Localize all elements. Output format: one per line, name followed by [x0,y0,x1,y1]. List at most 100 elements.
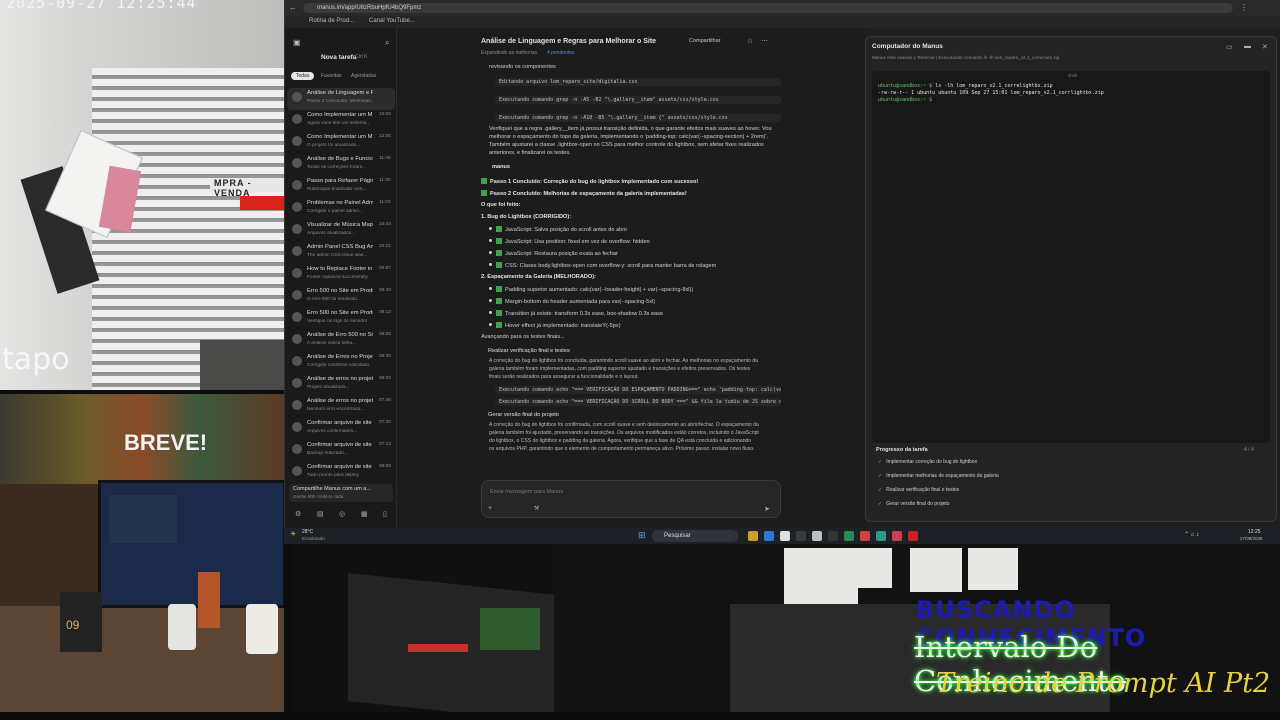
share-title: Compartilhe Manus com um a... [293,486,371,492]
filter-scheduled[interactable]: Agendadas [351,73,376,79]
library-icon[interactable]: ▤ [317,510,324,518]
task-snippet: Corrigido conforme solicitado [307,363,370,368]
task-list-item[interactable]: Problemas no Painel Admin A... Corrigido … [287,198,395,220]
filter-favorites[interactable]: Favoritas [321,73,342,79]
task-icon [292,290,302,300]
app-icon[interactable] [892,531,902,541]
overlay-title-3: Treino de Prompt AI Pt2 [936,668,1271,699]
task-date: 11:48 [379,156,391,161]
task-list-item[interactable]: Análise de erros no projeto... Nenhum err… [287,396,395,418]
message-line: A correção do bug do lightbox foi conclu… [489,358,781,364]
task-list-item[interactable]: Como Implementar um M... Agora você tem u… [287,110,395,132]
back-icon[interactable]: ← [289,3,297,12]
task-icon [292,422,302,432]
task-title: Confirmar arquivo de site do... [307,420,373,426]
task-icon [292,114,302,124]
task-list-item[interactable]: Análise de erros no projeto... Projeto at… [287,374,395,396]
app-icon[interactable] [876,531,886,541]
phone-icon[interactable]: ▯ [383,510,387,518]
task-date: 07:45 [379,398,392,403]
status-line: Avançando para os testes finais... [481,334,781,340]
fix-item: JavaScript: Usa position: fixed em vez d… [489,238,781,245]
task-title: Confirmar arquivo de site do... [307,464,373,470]
room-window [784,548,858,604]
pending-link[interactable]: 4 pendentes [547,50,575,56]
start-icon[interactable]: ⊞ [638,530,646,541]
filter-all[interactable]: Todas [291,72,315,80]
share-banner[interactable]: Compartilhe Manus com um a... Ganhe 500 … [289,484,393,502]
task-date: 12:00 [379,134,392,139]
task-date: 08:02 [379,376,392,381]
app-icon[interactable] [908,531,918,541]
file-explorer-icon[interactable] [748,531,758,541]
task-list-item[interactable]: Erro 500 no Site em Produção... Verifique… [287,308,395,330]
check-icon: ✓ [878,501,883,507]
search-icon[interactable]: ⌕ [385,38,389,48]
add-icon[interactable]: + [488,505,492,512]
star-icon[interactable]: ☆ [747,37,753,45]
address-bar[interactable]: manus.im/app/U8zRbuHpfU4bQ9Fpmz [303,3,1233,13]
task-title: Erro 500 no Site em Produção... [307,288,373,294]
chrome-icon[interactable] [780,531,790,541]
sidebar-toggle-icon[interactable]: ▣ [293,38,301,47]
minimize-icon[interactable]: ▬ [1244,43,1251,50]
system-tray-icon[interactable]: ⌃ ⌂ ♪ [1184,531,1199,538]
task-snippet: Corrigido o painel admin... [307,209,363,214]
task-list-item[interactable]: Confirmar arquivo de site do... Tudo pron… [287,462,395,484]
task-list-item[interactable]: Análise de Erro 500 no Site e... A anális… [287,330,395,352]
message-input[interactable]: Envie mensagem para Manus [490,489,563,495]
globe-icon[interactable]: ◎ [339,510,345,518]
message-line: melhorar o espaçamento do topo da galeri… [489,134,781,140]
message-line-text: melhorar o espaçamento do topo da galeri… [489,134,769,140]
done-heading-text: O que foi feito: [481,202,521,208]
task-list-item[interactable]: How to Replace Footer in ga... Footer rep… [287,264,395,286]
task-icon [292,356,302,366]
obs-icon[interactable] [828,531,838,541]
task-list-item[interactable]: Admin Panel CSS Bug Analy... The admin CS… [287,242,395,264]
settings-icon[interactable]: ⚙ [295,510,301,518]
weather-temp[interactable]: 28°C [302,529,313,535]
app-icon[interactable] [844,531,854,541]
close-icon[interactable]: ✕ [1262,43,1268,51]
message-line-text: do lightbox, o CSS do lightbox e padding… [489,438,752,444]
task-icon [292,246,302,256]
progress-item-label: Implementar correção do bug do lightbox [886,459,978,465]
clock-time[interactable]: 12:25 [1248,529,1261,535]
task-list-item[interactable]: Confirmar arquivo de site do... Arquivos … [287,418,395,440]
app-icon[interactable] [812,531,822,541]
task-icon [292,312,302,322]
message-line-text: galeria também foram implementadas, com … [489,366,751,372]
terminal-view[interactable]: shell ubuntu@sandbox:~ $ ls -lh lom_repa… [872,71,1270,443]
taskbar-search[interactable]: Pesquisar [652,530,738,542]
app-icon[interactable] [796,531,806,541]
tools-icon[interactable]: ⚒ [534,505,539,512]
app-icon[interactable] [860,531,870,541]
monitor-icon[interactable]: ▭ [1226,43,1233,51]
bookmark-item[interactable]: Canal YouTube... [369,18,415,24]
step-done-text: Passo 1 Concluído: Correção do bug do li… [490,179,699,185]
share-button[interactable]: Compartilhar [689,38,720,44]
task-list-item[interactable]: Análise de Bugs e Funcio... Todas as corr… [287,154,395,176]
send-icon[interactable]: ➤ [764,505,770,513]
windows-taskbar: ☀ 28°C Ensolarado ⊞ Pesquisar ⌃ ⌂ ♪ 12:2… [284,528,1280,544]
camera-feed-room: BUSCANDO CONHECIMENTO Intervalo Do Conhe… [554,544,1280,712]
task-title: Análise de Erro 500 no Site e... [307,332,373,338]
task-title: Passo para Refazer Página A... [307,178,373,184]
new-task-button[interactable]: Nova tarefa [321,54,356,61]
grid-icon[interactable]: ▦ [361,510,368,518]
task-list-item[interactable]: Análise de Linguagem e Reg... Passo 2 Con… [287,88,395,110]
extensions-icon[interactable]: ⋮ [1240,3,1248,12]
task-list-item[interactable]: Erro 500 no Site em Produção... O erro 50… [287,286,395,308]
bookmark-item[interactable]: Rotina de Prod... [309,18,354,24]
task-list-item[interactable]: Passo para Refazer Página A... Publicação… [287,176,395,198]
task-list-item[interactable]: Análise de Erros no Projeto... Corrigido … [287,352,395,374]
manus-panel-title: Computador do Manus [872,43,943,50]
task-list-item[interactable]: Visualizar de Música Mapeam... Arquivos a… [287,220,395,242]
checkmark-icon [496,250,502,256]
task-list-item[interactable]: Como Implementar um M... O projeto foi at… [287,132,395,154]
share-subtitle: Ganhe 500 créditos cada [293,494,344,499]
step-done-text: Passo 2 Concluído: Melhorias de espaçame… [490,191,687,197]
task-list-item[interactable]: Confirmar arquivo de site do... Backup re… [287,440,395,462]
edge-icon[interactable] [764,531,774,541]
more-icon[interactable]: ⋯ [761,37,768,45]
